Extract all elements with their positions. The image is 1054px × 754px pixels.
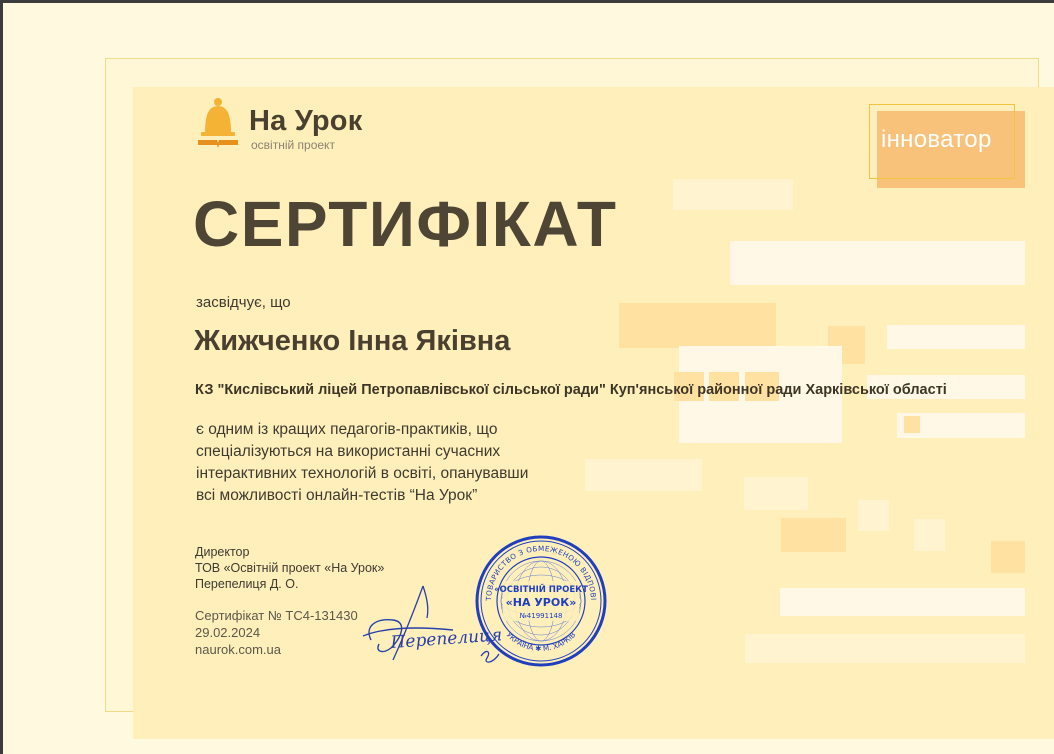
decor-block — [781, 518, 846, 552]
decor-block — [745, 634, 1025, 663]
description-line: є одним із кращих педагогів-практиків, щ… — [196, 421, 498, 438]
decor-block — [744, 477, 808, 510]
certificate-date: 29.02.2024 — [195, 625, 261, 640]
bell-book-icon — [198, 98, 238, 148]
decor-block — [730, 241, 1025, 285]
description-line: всі можливості онлайн-тестів “На Урок” — [196, 487, 478, 504]
description-line: спеціалізуються на використанні сучасних — [196, 443, 501, 460]
decor-block — [858, 500, 889, 531]
website-url: naurok.com.ua — [195, 642, 281, 657]
decor-block — [991, 541, 1025, 573]
decor-block — [673, 179, 793, 210]
certificate-title: СЕРТИФІКАТ — [193, 188, 618, 260]
decor-block — [904, 416, 920, 433]
signer-company: ТОВ «Освітній проект «На Урок» — [195, 561, 385, 575]
naurok-logo: На Урок освітній проект — [195, 96, 362, 152]
stamp-bottom-text: УКРАЇНА ✱ М. ХАРКІВ — [505, 630, 578, 653]
logo-title: На Урок — [249, 105, 363, 137]
certifies-text: засвідчує, що — [196, 294, 291, 311]
decor-block — [585, 459, 702, 491]
decor-block — [914, 519, 945, 551]
certificate-number: Сертифікат № ТС4-131430 — [195, 608, 358, 623]
decor-block — [780, 588, 1025, 616]
svg-text:УКРАЇНА ✱ М. ХАРКІВ: УКРАЇНА ✱ М. ХАРКІВ — [505, 630, 578, 653]
organization-name: КЗ "Кислівський ліцей Петропавлівської с… — [195, 382, 947, 398]
stamp-code: №41991148 — [520, 612, 563, 620]
certificate-meta: Сертифікат № ТС4-131430 29.02.2024 nauro… — [195, 607, 358, 658]
decor-block — [619, 303, 776, 348]
stamp-center-line1: «ОСВІТНІЙ ПРОЕКТ — [494, 583, 588, 595]
certificate-page: На Урок освітній проект інноватор СЕРТИФ… — [0, 0, 1054, 754]
company-stamp: ТОВАРИСТВО З ОБМЕЖЕНОЮ ВІДПОВІДАЛЬНІСТЮ … — [473, 533, 607, 667]
decor-block — [887, 325, 1025, 349]
description-line: інтерактивних технологій в освіті, опану… — [196, 465, 529, 482]
innovator-badge: інноватор — [869, 104, 1025, 188]
certificate-description: є одним із кращих педагогів-практиків, щ… — [196, 419, 596, 507]
recipient-name: Жижченко Інна Яківна — [194, 325, 511, 357]
badge-label: інноватор — [881, 126, 992, 153]
signer-role: Директор — [195, 545, 250, 559]
stamp-center-line2: «НА УРОК» — [506, 596, 577, 609]
logo-subtitle: освітній проект — [251, 138, 335, 152]
